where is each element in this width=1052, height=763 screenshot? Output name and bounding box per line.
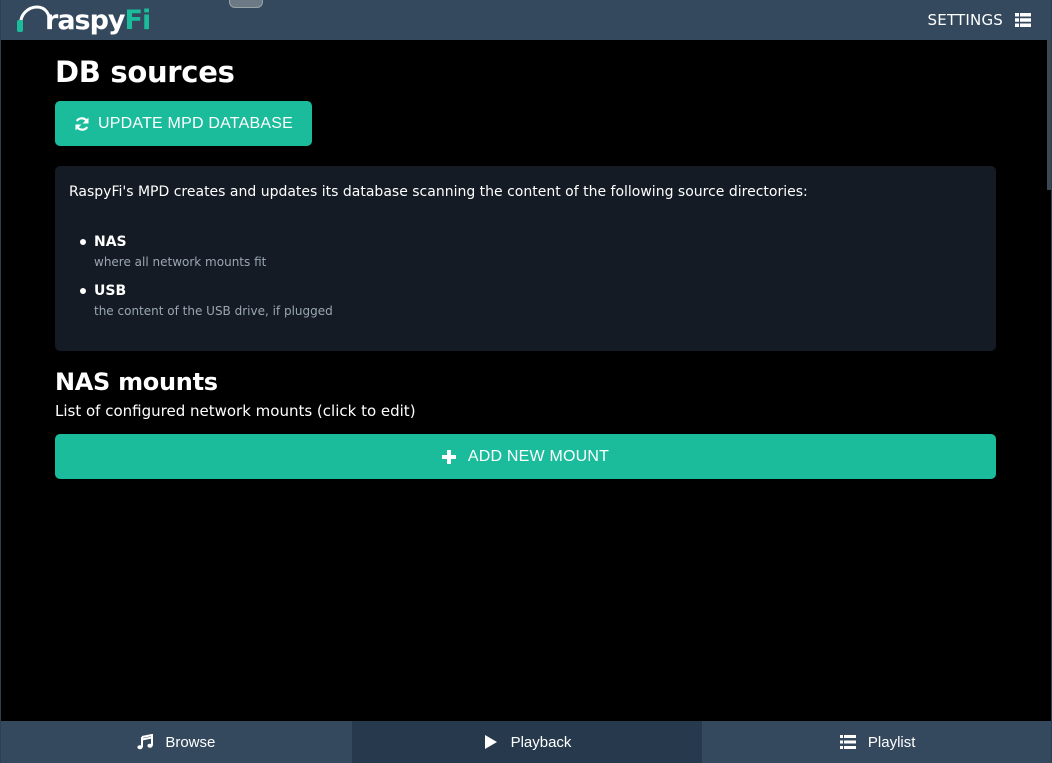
list-item-usb: USB the content of the USB drive, if plu… — [69, 281, 982, 321]
tab-browse-label: Browse — [165, 733, 216, 751]
db-sources-info-panel: RaspyFi's MPD creates and updates its da… — [55, 166, 996, 351]
nas-mounts-title: NAS mounts — [55, 368, 218, 396]
list-menu-icon — [1015, 13, 1031, 27]
main-content: DB sources UPDATE MPD DATABASE RaspyFi's… — [55, 40, 996, 479]
tab-browse[interactable]: Browse — [1, 721, 352, 763]
nas-mounts-subtitle: List of configured network mounts (click… — [55, 402, 416, 420]
source-directory-list: NAS where all network mounts fit USB the… — [69, 232, 982, 321]
update-mpd-database-label: UPDATE MPD DATABASE — [98, 114, 293, 132]
top-bar: raspyFi SETTINGS — [1, 0, 1051, 40]
plus-icon — [441, 449, 456, 464]
db-sources-description: RaspyFi's MPD creates and updates its da… — [69, 184, 808, 200]
update-mpd-database-button[interactable]: UPDATE MPD DATABASE — [55, 101, 312, 146]
add-new-mount-button[interactable]: ADD NEW MOUNT — [55, 434, 996, 479]
settings-label: SETTINGS — [927, 11, 1003, 29]
app-window: raspyFi SETTINGS DB sources UPDATE MPD D… — [0, 0, 1052, 763]
settings-menu-button[interactable]: SETTINGS — [928, 0, 1031, 40]
music-note-icon — [137, 734, 154, 750]
logo-text: raspyFi — [45, 4, 151, 36]
list-icon — [839, 735, 856, 749]
tab-playback-label: Playback — [510, 733, 572, 751]
play-icon — [484, 735, 497, 749]
tab-playback[interactable]: Playback — [351, 721, 703, 763]
headphones-logo-icon — [17, 5, 51, 32]
add-new-mount-label: ADD NEW MOUNT — [467, 447, 610, 465]
tab-playlist[interactable]: Playlist — [702, 721, 1051, 763]
source-name: NAS — [94, 234, 127, 250]
bottom-nav: Browse Playback Playlist — [1, 721, 1051, 763]
drag-handle[interactable] — [229, 0, 263, 8]
source-description: where all network mounts fit — [94, 255, 267, 269]
tab-playlist-label: Playlist — [867, 733, 916, 751]
source-description: the content of the USB drive, if plugged — [94, 304, 333, 318]
scrollbar[interactable] — [1047, 40, 1051, 190]
list-item-nas: NAS where all network mounts fit — [69, 232, 982, 272]
source-name: USB — [94, 283, 127, 299]
refresh-icon — [75, 116, 89, 131]
logo[interactable]: raspyFi — [15, 2, 151, 40]
db-sources-title: DB sources — [55, 55, 235, 89]
